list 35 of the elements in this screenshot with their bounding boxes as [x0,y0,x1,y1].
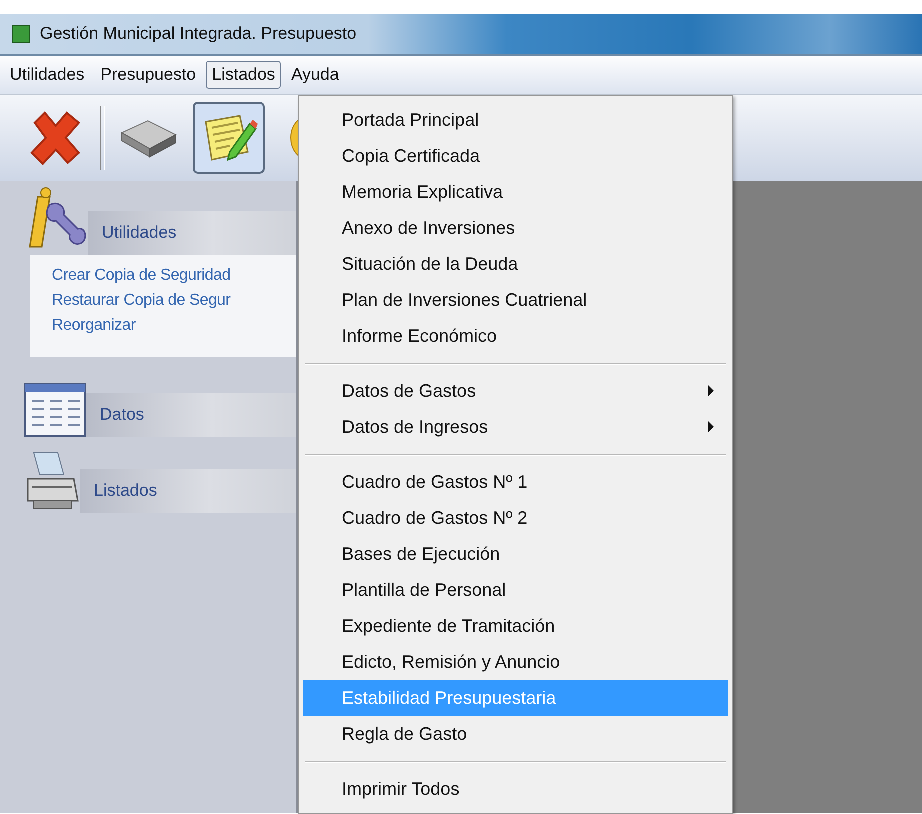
menu-option[interactable]: Situación de la Deuda [303,246,728,282]
menu-option[interactable]: Datos de Ingresos [303,409,728,445]
menu-option[interactable]: Portada Principal [303,102,728,138]
menu-option[interactable]: Plan de Inversiones Cuatrienal [303,282,728,318]
menu-option[interactable]: Imprimir Todos [303,771,728,807]
sidebar-link[interactable]: Crear Copia de Seguridad [52,267,296,285]
menu-option-label: Datos de Gastos [342,380,478,402]
menu-option[interactable]: Informe Económico [303,318,728,354]
menu-option[interactable]: Cuadro de Gastos Nº 1 [303,464,728,500]
menu-item[interactable]: Utilidades [4,61,91,89]
submenu-arrow-icon [708,385,714,397]
menu-option[interactable]: Memoria Explicativa [303,174,728,210]
menu-option[interactable]: Edicto, Remisión y Anuncio [303,644,728,680]
menu-option[interactable]: Plantilla de Personal [303,572,728,608]
toolbar-button[interactable] [193,102,265,174]
menu-option[interactable]: Datos de Gastos [303,373,728,409]
group-header[interactable]: Utilidades [88,211,296,255]
submenu-arrow-icon [708,421,714,433]
menu-option[interactable]: Bases de Ejecución [303,536,728,572]
menu-option[interactable]: Anexo de Inversiones [303,210,728,246]
sidebar-link[interactable]: Reorganizar [52,317,296,335]
menu-option[interactable]: Regla de Gasto [303,716,728,752]
menu-option[interactable]: Cuadro de Gastos Nº 2 [303,500,728,536]
app-icon [12,25,30,43]
menu-item[interactable]: Presupuesto [94,61,202,89]
group-header[interactable]: Datos [86,393,296,437]
sidebar-link[interactable]: Restaurar Copia de Segur [52,292,296,310]
menu-item[interactable]: Ayuda [285,61,346,89]
menu-option[interactable]: Copia Certificada [303,138,728,174]
menu-item[interactable]: Listados [206,61,282,89]
menu-option-label: Datos de Ingresos [342,416,490,438]
group-header[interactable]: Listados [80,469,296,513]
menu-option[interactable]: Expediente de Tramitación [303,608,728,644]
window-title: Gestión Municipal Integrada. Presupuesto [40,24,357,44]
table-icon [24,383,86,437]
